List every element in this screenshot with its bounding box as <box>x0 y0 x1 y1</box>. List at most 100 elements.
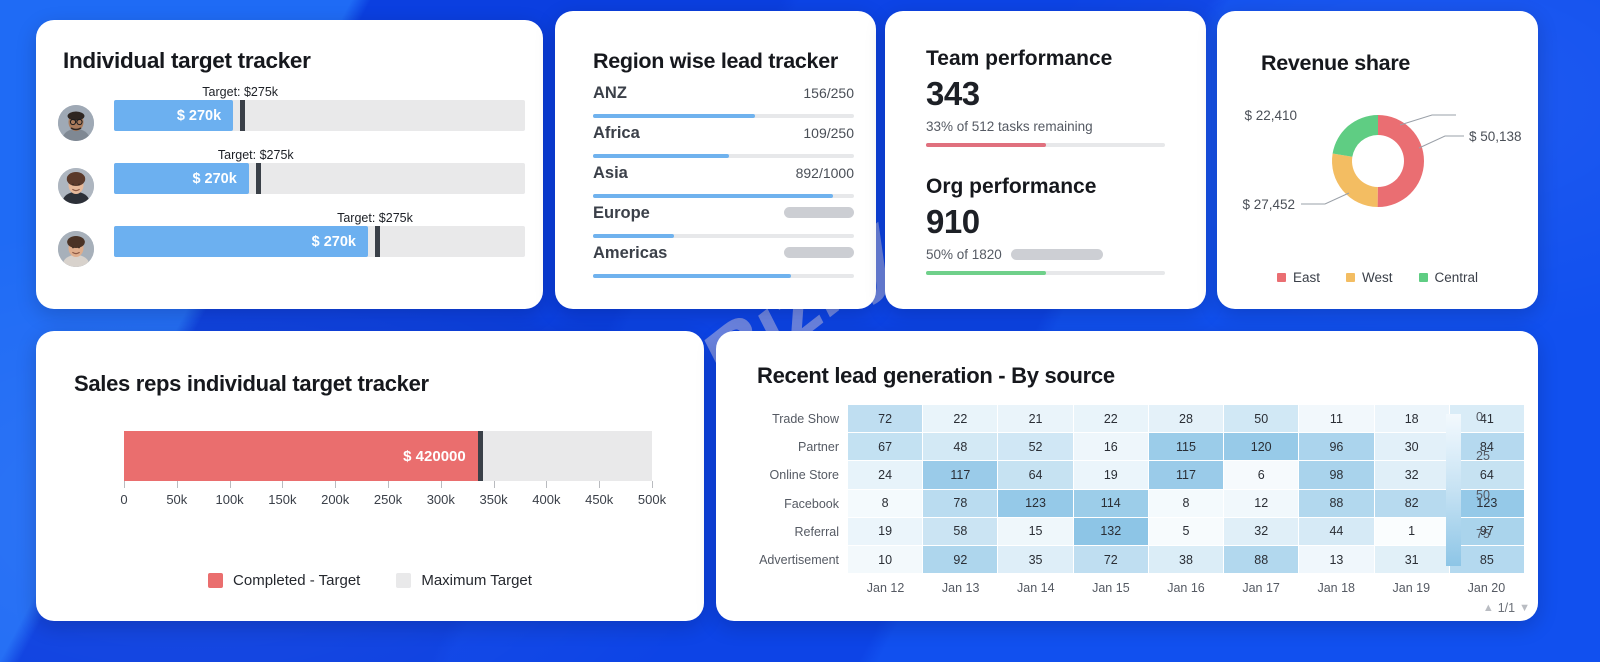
heatmap-cell[interactable]: 22 <box>1073 405 1148 433</box>
individual-target-tracker-card: Individual target tracker Target: $275k $… <box>36 20 543 309</box>
team-performance-title: Team performance <box>926 47 1113 70</box>
pager-up-icon[interactable]: ▲ <box>1483 602 1494 614</box>
heatmap-cell[interactable]: 12 <box>1224 489 1299 517</box>
heatmap-cell[interactable]: 114 <box>1073 489 1148 517</box>
heatmap-cell[interactable]: 72 <box>848 405 923 433</box>
heatmap-cell[interactable]: 92 <box>923 545 998 574</box>
team-performance-block: Team performance 343 33% of 512 tasks re… <box>926 47 1165 147</box>
donut-svg: $ 22,410 $ 50,138 $ 27,452 <box>1242 108 1522 212</box>
lead-generation-card: Recent lead generation - By source Trade… <box>716 331 1538 621</box>
team-performance-subtitle-text: 33% of 512 tasks remaining <box>926 119 1093 134</box>
heatmap-cell[interactable]: 30 <box>1374 433 1449 461</box>
region-row: Europe <box>593 204 854 244</box>
heatmap-cell[interactable]: 132 <box>1073 517 1148 545</box>
donut-label-east: $ 50,138 <box>1469 129 1522 144</box>
heatmap-cell[interactable]: 52 <box>998 433 1073 461</box>
heatmap-cell[interactable]: 64 <box>998 461 1073 489</box>
heatmap-cell[interactable]: 15 <box>998 517 1073 545</box>
sales-axis-tick-label: 450k <box>585 492 614 507</box>
revenue-share-card: Revenue share $ 22,410 $ 50,138 $ 27,452… <box>1217 11 1538 309</box>
heatmap-cell[interactable]: 8 <box>848 489 923 517</box>
sales-axis-tick-label: 200k <box>321 492 350 507</box>
heatmap-cell[interactable]: 120 <box>1224 433 1299 461</box>
heatmap-cell[interactable]: 11 <box>1299 405 1374 433</box>
heatmap-cell[interactable]: 13 <box>1299 545 1374 574</box>
individual-target-marker <box>240 100 246 131</box>
region-row: Americas <box>593 244 854 284</box>
pager-count: 1/1 <box>1497 601 1516 615</box>
heatmap-cell[interactable]: 98 <box>1299 461 1374 489</box>
region-name: Europe <box>593 204 650 222</box>
pager-down-icon[interactable]: ▼ <box>1519 602 1530 614</box>
donut-leader-central <box>1399 114 1456 126</box>
heatmap-cell[interactable]: 22 <box>923 405 998 433</box>
sales-axis-tick-label: 350k <box>479 492 508 507</box>
heatmap-row-label: Facebook <box>784 496 839 511</box>
individual-track-wrap: Target: $275k $ 270k <box>114 211 525 257</box>
org-performance-title: Org performance <box>926 175 1097 198</box>
heatmap-cell[interactable]: 24 <box>848 461 923 489</box>
heatmap-cell[interactable]: 123 <box>998 489 1073 517</box>
heatmap-cell[interactable]: 72 <box>1073 545 1148 574</box>
revenue-legend-item: East <box>1276 270 1320 285</box>
heatmap-column-label: Jan 13 <box>941 581 980 596</box>
heatmap-cell[interactable]: 31 <box>1374 545 1449 574</box>
sales-axis-tick-label: 300k <box>426 492 455 507</box>
heatmap-cell[interactable]: 58 <box>923 517 998 545</box>
region-value-placeholder <box>784 207 854 218</box>
heatmap-cell[interactable]: 88 <box>1299 489 1374 517</box>
heatmap-cell[interactable]: 117 <box>923 461 998 489</box>
heatmap-cell[interactable]: 1 <box>1374 517 1449 545</box>
individual-progress-fill: $ 270k <box>114 100 234 131</box>
heatmap-column-label: Jan 18 <box>1317 581 1355 596</box>
heatmap-cell[interactable]: 117 <box>1148 461 1224 489</box>
heatmap-cell[interactable]: 115 <box>1148 433 1224 461</box>
heatmap-cell[interactable]: 32 <box>1224 517 1299 545</box>
org-performance-subtitle: 50% of 1820 <box>926 247 1165 262</box>
sales-axis-tick <box>546 481 548 488</box>
revenue-legend-label: West <box>1361 270 1393 285</box>
heatmap-cell[interactable]: 6 <box>1224 461 1299 489</box>
heatmap-cell[interactable]: 96 <box>1299 433 1374 461</box>
heatmap-cell[interactable]: 38 <box>1148 545 1224 574</box>
heatmap-cell[interactable]: 67 <box>848 433 923 461</box>
revenue-legend-label: East <box>1292 270 1320 285</box>
heatmap-cell[interactable]: 10 <box>848 545 923 574</box>
region-track <box>593 274 854 278</box>
region-row: Asia 892/1000 <box>593 164 854 204</box>
heatmap-cell[interactable]: 19 <box>1073 461 1148 489</box>
heatmap-cell[interactable]: 88 <box>1224 545 1299 574</box>
heatmap-column-label: Jan 14 <box>1017 581 1055 596</box>
individual-row: Target: $275k $ 270k <box>58 211 525 277</box>
heatmap-cell[interactable]: 18 <box>1374 405 1449 433</box>
heatmap-cell[interactable]: 19 <box>848 517 923 545</box>
heatmap-cell[interactable]: 8 <box>1148 489 1224 517</box>
sales-legend-label: Completed - Target <box>233 572 361 589</box>
region-row-head: Americas <box>593 244 854 263</box>
region-fill <box>593 274 792 278</box>
heatmap-cell[interactable]: 32 <box>1374 461 1449 489</box>
heatmap-cell[interactable]: 21 <box>998 405 1073 433</box>
heatmap-cell[interactable]: 16 <box>1073 433 1148 461</box>
region-name: ANZ <box>593 84 627 102</box>
region-value: 109/250 <box>803 125 854 141</box>
heatmap-column-label: Jan 19 <box>1392 581 1431 596</box>
table-row: 24 117 64 19 117 6 98 32 64 <box>848 461 1524 489</box>
heatmap-cell[interactable]: 50 <box>1224 405 1299 433</box>
heatmap-cell[interactable]: 82 <box>1374 489 1449 517</box>
sales-legend: Completed - Target Maximum Target <box>36 572 704 589</box>
heatmap-cell[interactable]: 48 <box>923 433 998 461</box>
region-row-head: Asia 892/1000 <box>593 164 854 183</box>
heatmap-cell[interactable]: 28 <box>1148 405 1224 433</box>
region-row-head: Europe <box>593 204 854 223</box>
heatmap-row-label: Partner <box>798 440 839 455</box>
heatmap-cell[interactable]: 35 <box>998 545 1073 574</box>
region-name: Americas <box>593 244 668 262</box>
heatmap-cell[interactable]: 5 <box>1148 517 1224 545</box>
heatmap-date-axis: Jan 12 Jan 13 Jan 14 Jan 15 Jan 16 Jan 17 Jan … <box>848 581 1524 595</box>
org-performance-track <box>926 271 1165 275</box>
heatmap-cell[interactable]: 78 <box>923 489 998 517</box>
heatmap-cell[interactable]: 44 <box>1299 517 1374 545</box>
sales-completed-bar: $ 420000 <box>124 431 478 481</box>
individual-target-label: Target: $275k <box>337 211 413 225</box>
